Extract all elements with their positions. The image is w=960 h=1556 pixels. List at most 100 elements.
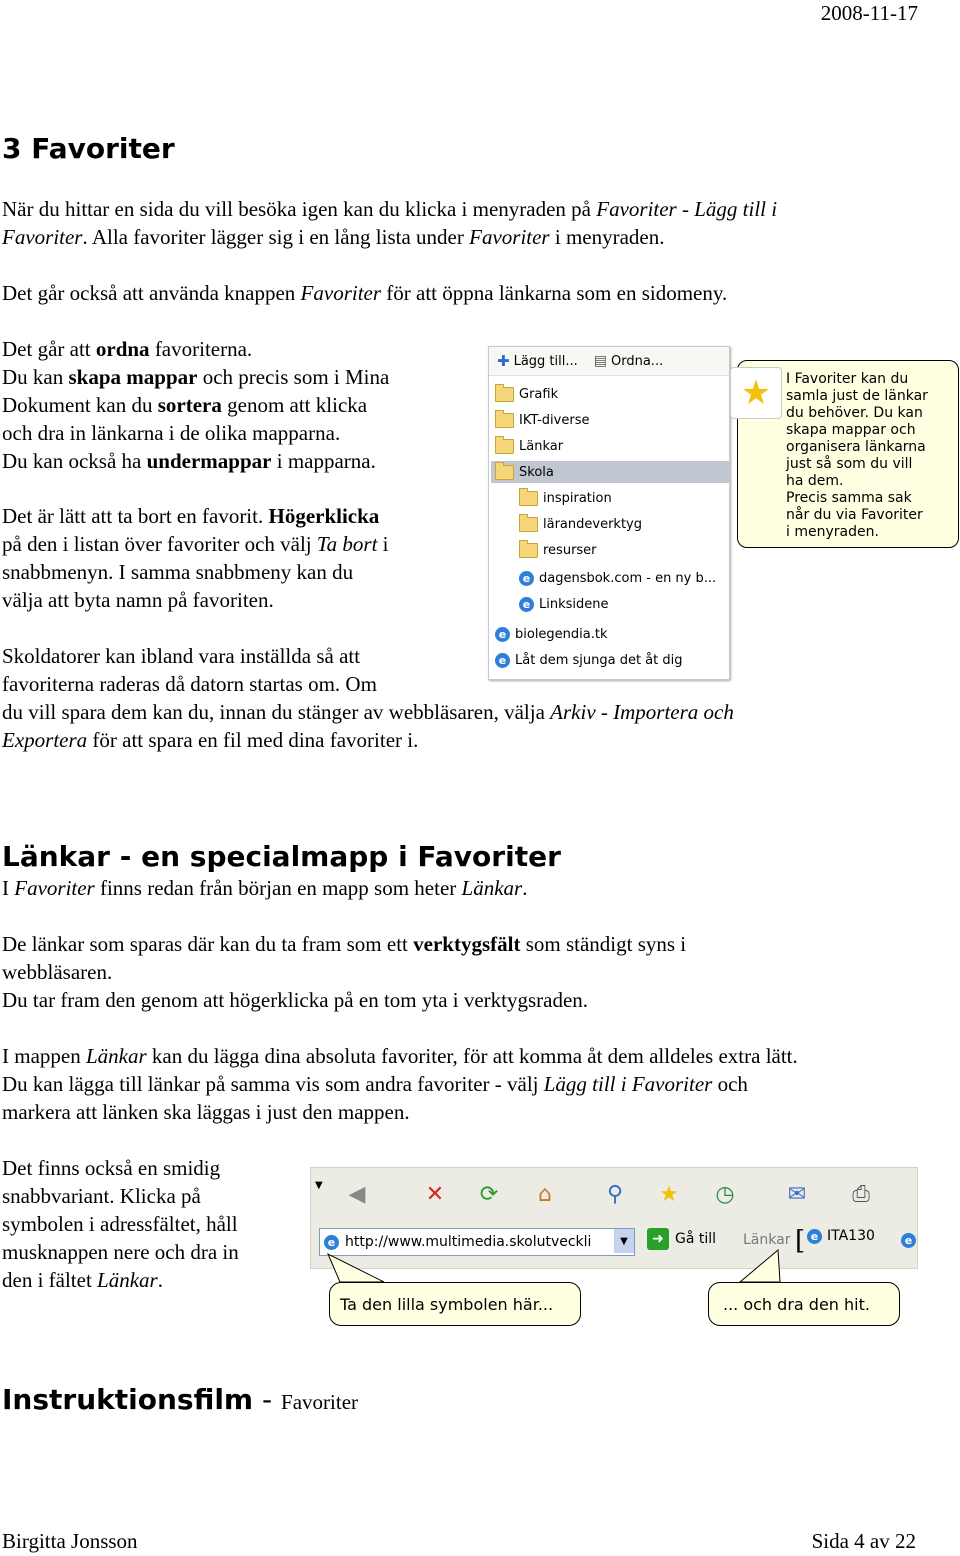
bold-text: Högerklicka [268, 504, 380, 528]
text-run: Det går också att använda knappen [2, 281, 301, 305]
text-line: Du kan skapa mappar och precis som i Min… [2, 363, 389, 391]
favorites-item-label: Linksidene [539, 596, 609, 612]
organize-label: Ordna... [611, 353, 664, 369]
text-run: snabbvariant. Klicka på [2, 1184, 201, 1208]
italic-text: Favoriter [469, 225, 550, 249]
text-line: Exportera för att spara en fil med dina … [2, 726, 734, 754]
favorites-folder[interactable]: Skola [491, 461, 729, 483]
favorites-link[interactable]: e Linksidene [519, 593, 609, 615]
text-run: Du kan också ha [2, 449, 147, 473]
organize-icon: ▤ [593, 353, 607, 369]
favorites-folder[interactable]: inspiration [519, 487, 612, 509]
italic-text: Ta bort [316, 532, 378, 556]
favorites-folder[interactable]: Länkar [495, 435, 563, 457]
favorites-item-label: lärandeverktyg [543, 516, 642, 532]
text-run: Dokument kan du [2, 393, 158, 417]
text-line: på den i listan över favoriter och välj … [2, 530, 389, 558]
text-line: Du kan också ha undermappar i mapparna. [2, 447, 389, 475]
bold-text: undermappar [146, 449, 272, 473]
favorites-item-label: dagensbok.com - en ny b... [539, 570, 717, 586]
add-favorite-button[interactable]: ✚ Lägg till... [497, 352, 578, 370]
text-run: snabbmenyn. I samma snabbmeny kan du [2, 560, 354, 584]
footer-page-number: Sida 4 av 22 [811, 1529, 916, 1553]
favorites-toolbar: ✚ Lägg till... ▤ Ordna... [489, 347, 729, 376]
favorites-link[interactable]: e dagensbok.com - en ny b... [519, 567, 716, 589]
print-icon[interactable]: ⎙ [845, 1178, 877, 1210]
bold-text: verktygsfält [413, 932, 521, 956]
favorites-item-label: IKT-diverse [519, 412, 590, 428]
favorites-folder[interactable]: lärandeverktyg [519, 513, 642, 535]
text-line: markera att länken ska läggas i just den… [2, 1098, 798, 1126]
italic-text: Exportera [2, 728, 88, 752]
favorites-folder[interactable]: resurser [519, 539, 597, 561]
folder-icon [495, 461, 514, 480]
text-run: välja att byta namn på favoriten. [2, 588, 274, 612]
back-icon[interactable]: ◀ [341, 1178, 373, 1210]
favorites-link[interactable]: e biolegendia.tk [495, 623, 608, 645]
mail-icon[interactable]: ✉ [781, 1178, 813, 1210]
favorites-star-icon[interactable]: ★ [653, 1178, 685, 1210]
text-run: Du tar fram den genom att högerklicka på… [2, 988, 589, 1012]
text-run: i menyraden. [549, 225, 665, 249]
text-run: i mapparna. [271, 449, 376, 473]
italic-text: Favoriter - Lägg till i [596, 197, 778, 221]
ie-page-icon: e [495, 652, 510, 668]
callout-line: just så som du vill [786, 456, 913, 472]
favorites-item-label: resurser [543, 542, 597, 558]
text-run: i [377, 532, 389, 556]
text-line: I mappen Länkar kan du lägga dina absolu… [2, 1042, 798, 1070]
text-run: och [712, 1072, 748, 1096]
stop-icon[interactable]: ✕ [419, 1178, 451, 1210]
text-line: Du tar fram den genom att högerklicka på… [2, 986, 686, 1014]
favorites-folder[interactable]: IKT-diverse [495, 409, 589, 431]
favorites-panel: ✚ Lägg till... ▤ Ordna... Grafik IKT-dive… [488, 346, 730, 680]
callout-line: når du via Favoriter [786, 507, 923, 523]
text-run: kan du lägga dina absoluta favoriter, fö… [146, 1044, 798, 1068]
organize-favorites-button[interactable]: ▤ Ordna... [594, 353, 663, 369]
refresh-icon[interactable]: ⟳ [473, 1178, 505, 1210]
favorites-item-label: Länkar [519, 438, 564, 454]
bold-text: skapa mappar [68, 365, 198, 389]
home-icon[interactable]: ⌂ [529, 1178, 561, 1210]
text-run: finns redan från början en mapp som hete… [94, 876, 462, 900]
paragraph-quick-variant: Det finns också en smidig snabbvariant. K… [2, 1154, 239, 1294]
ie-page-icon: e [519, 596, 534, 612]
text-line: Du kan lägga till länkar på samma vis so… [2, 1070, 798, 1098]
text-run: De länkar som sparas där kan du ta fram … [2, 932, 414, 956]
text-run: . [157, 1268, 163, 1292]
italic-text: Lägg till i Favoriter [543, 1072, 713, 1096]
folder-icon [495, 409, 514, 428]
paragraph-button: Det går också att använda knappen Favori… [2, 279, 727, 307]
text-line: snabbvariant. Klicka på [2, 1182, 239, 1210]
instruction-film-heading: Instruktionsfilm - Favoriter [2, 1383, 358, 1416]
text-run: Du kan lägga till länkar på samma vis so… [2, 1072, 544, 1096]
text-run: som ständigt syns i [520, 932, 687, 956]
header-date: 2008-11-17 [820, 1, 918, 25]
text-run: och precis som i Mina [197, 365, 390, 389]
italic-text: Favoriter [2, 225, 83, 249]
favorites-folder[interactable]: Grafik [495, 383, 558, 405]
instruction-film-link[interactable]: Favoriter [281, 1390, 358, 1414]
text-line: I Favoriter finns redan från början en m… [2, 874, 527, 902]
folder-icon [495, 383, 514, 402]
folder-icon [519, 487, 538, 506]
paragraph-absolute-favorites: I mappen Länkar kan du lägga dina absolu… [2, 1042, 798, 1126]
text-line: och dra in länkarna i de olika mapparna. [2, 419, 389, 447]
callout-take-symbol: Ta den lilla symbolen här... [329, 1282, 581, 1326]
search-icon[interactable]: ⚲ [599, 1178, 631, 1210]
text-line: symbolen i adressfältet, håll [2, 1210, 239, 1238]
callout-line: i menyraden. [786, 524, 879, 540]
text-line: Favoriter. Alla favoriter lägger sig i e… [2, 223, 777, 251]
text-run: I mappen [2, 1044, 86, 1068]
text-run: favoriterna. [149, 337, 253, 361]
toolbar-dropdown-icon: ▼ [315, 1180, 323, 1191]
italic-text: Länkar [85, 1044, 147, 1068]
ie-page-icon: e [495, 626, 510, 642]
text-run: den i fältet [2, 1268, 98, 1292]
text-run: Det går att [2, 337, 96, 361]
text-run: . Alla favoriter lägger sig i en lång li… [82, 225, 470, 249]
favorites-link[interactable]: e Låt dem sjunga det åt dig [495, 649, 683, 671]
callout-line: skapa mappar och [786, 422, 916, 438]
callout-line: organisera länkarna [786, 439, 926, 455]
history-icon[interactable]: ◷ [709, 1178, 741, 1210]
